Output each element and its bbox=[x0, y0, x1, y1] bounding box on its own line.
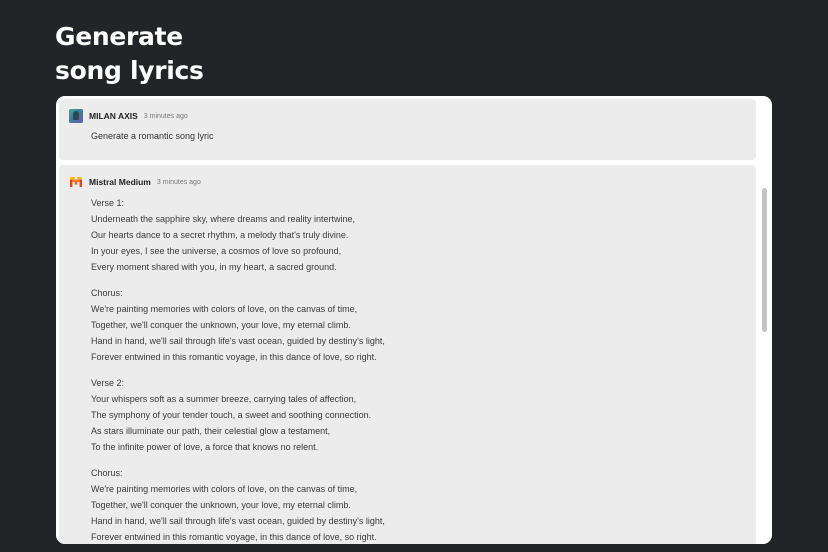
lyrics-body: Verse 1: Underneath the sapphire sky, wh… bbox=[91, 195, 736, 544]
lyric-line: In your eyes, I see the universe, a cosm… bbox=[91, 246, 342, 257]
mistral-logo-icon bbox=[69, 175, 83, 189]
lyric-line: To the infinite power of love, a force t… bbox=[91, 442, 319, 453]
stanza-heading: Chorus: bbox=[91, 287, 123, 298]
lyric-line: Every moment shared with you, in my hear… bbox=[91, 262, 337, 273]
user-message-time: 3 minutes ago bbox=[143, 112, 188, 120]
lyric-line: Underneath the sapphire sky, where dream… bbox=[91, 214, 355, 225]
lyric-line: Together, we'll conquer the unknown, you… bbox=[91, 320, 351, 331]
user-message-text: Generate a romantic song lyric bbox=[91, 131, 214, 141]
lyric-line: The symphony of your tender touch, a swe… bbox=[91, 410, 372, 421]
assistant-message-time: 3 minutes ago bbox=[156, 178, 201, 186]
assistant-sender-name: Mistral Medium bbox=[89, 177, 151, 187]
chat-panel[interactable]: MILAN AXIS 3 minutes ago Generate a roma… bbox=[56, 96, 772, 544]
user-message-header: MILAN AXIS 3 minutes ago bbox=[69, 108, 188, 124]
lyric-line: Our hearts dance to a secret rhythm, a m… bbox=[91, 230, 349, 241]
lyric-line: We're painting memories with colors of l… bbox=[91, 484, 358, 494]
assistant-message: Mistral Medium 3 minutes ago Verse 1: Un… bbox=[59, 165, 756, 544]
page-title: Generate song lyrics bbox=[55, 20, 204, 88]
stanza: Verse 2: Your whispers soft as a summer … bbox=[91, 375, 736, 455]
user-message: MILAN AXIS 3 minutes ago Generate a roma… bbox=[59, 99, 756, 160]
stanza-heading: Chorus: bbox=[91, 467, 123, 478]
lyric-line: Hand in hand, we'll sail through life's … bbox=[91, 336, 385, 347]
lyric-line: Together, we'll conquer the unknown, you… bbox=[91, 500, 351, 511]
lyric-line: As stars illuminate our path, their cele… bbox=[91, 426, 331, 437]
scrollbar-thumb[interactable] bbox=[762, 188, 767, 332]
lyric-line: We're painting memories with colors of l… bbox=[91, 304, 358, 315]
page-title-line-2: song lyrics bbox=[55, 56, 204, 85]
lyric-line: Forever entwined in this romantic voyage… bbox=[91, 352, 377, 363]
lyric-line: Hand in hand, we'll sail through life's … bbox=[91, 516, 385, 527]
user-avatar-icon bbox=[69, 109, 83, 123]
stanza: Chorus: We're painting memories with col… bbox=[91, 285, 736, 365]
stanza-heading: Verse 1: bbox=[91, 198, 125, 208]
page-title-line-1: Generate bbox=[55, 22, 183, 51]
lyric-line: Forever entwined in this romantic voyage… bbox=[91, 532, 377, 543]
stanza-heading: Verse 2: bbox=[91, 377, 125, 388]
assistant-message-header: Mistral Medium 3 minutes ago bbox=[69, 174, 201, 190]
user-sender-name: MILAN AXIS bbox=[89, 111, 138, 121]
stanza: Chorus: We're painting memories with col… bbox=[91, 465, 736, 544]
lyric-line: Your whispers soft as a summer breeze, c… bbox=[91, 394, 357, 405]
stanza: Verse 1: Underneath the sapphire sky, wh… bbox=[91, 195, 736, 275]
